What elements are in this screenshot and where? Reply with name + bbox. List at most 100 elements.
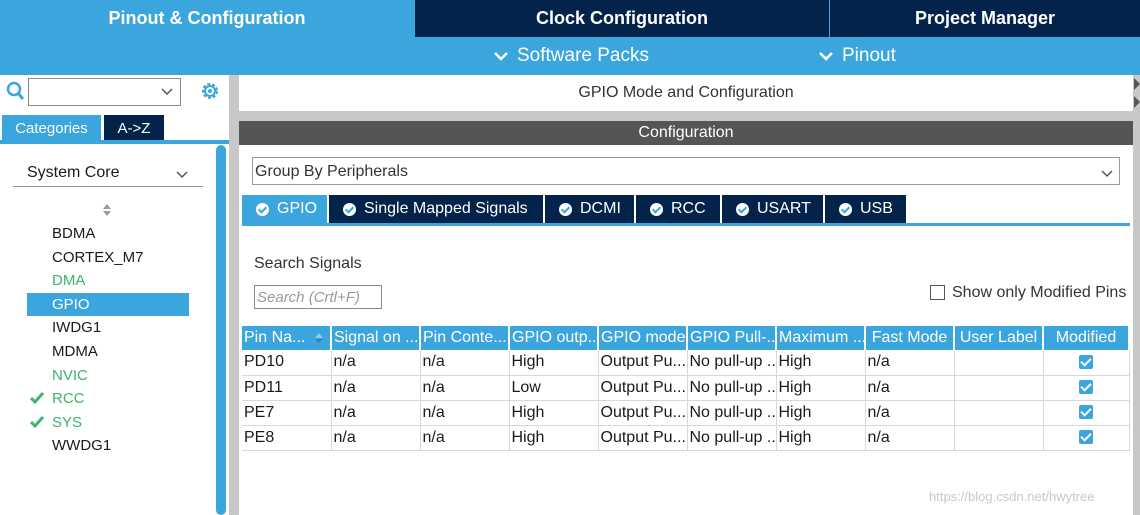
table-cell[interactable]: High	[776, 400, 866, 426]
sidebar-item-label: NVIC	[52, 366, 88, 384]
table-cell[interactable]: No pull-up ...	[687, 400, 777, 426]
column-header[interactable]: Signal on ...	[331, 326, 421, 350]
table-cell[interactable]	[954, 425, 1044, 451]
search-icon[interactable]	[6, 81, 26, 103]
tab-dcmi[interactable]: DCMI	[545, 195, 634, 223]
table-cell[interactable]: High	[509, 350, 599, 376]
sidebar-item-gpio[interactable]: GPIO	[27, 292, 189, 316]
search-signals-input[interactable]	[254, 285, 382, 309]
modified-checkbox[interactable]	[1079, 355, 1093, 370]
column-header[interactable]: Pin Conte...	[420, 326, 510, 350]
tab-project-manager[interactable]: Project Manager	[829, 0, 1140, 37]
table-cell[interactable]: PD11	[242, 375, 332, 401]
sidebar-item-sys[interactable]: SYS	[27, 411, 189, 434]
table-cell[interactable]: PE8	[242, 425, 332, 451]
table-cell[interactable]: No pull-up ...	[687, 375, 777, 401]
sidebar-item-wwdg1[interactable]: WWDG1	[27, 434, 189, 457]
table-cell[interactable]: High	[776, 375, 866, 401]
tab-categories[interactable]: Categories	[2, 115, 101, 141]
table-cell[interactable]: n/a	[865, 375, 955, 401]
table-row[interactable]: PD11 n/a n/a Low Output Pu... No pull-up ... H…	[242, 375, 1130, 401]
table-cell[interactable]: Low	[509, 375, 599, 401]
sort-icon[interactable]	[102, 203, 112, 221]
table-cell[interactable]	[954, 400, 1044, 426]
group-by-select[interactable]: Group By Peripherals	[252, 157, 1120, 185]
software-packs-menu[interactable]: Software Packs	[493, 37, 649, 75]
sidebar-item-iwdg1[interactable]: IWDG1	[27, 316, 189, 339]
table-row[interactable]: PE7 n/a n/a High Output Pu... No pull-up ... H…	[242, 400, 1130, 426]
column-header[interactable]: Modified	[1043, 326, 1130, 350]
table-cell[interactable]: n/a	[331, 400, 421, 426]
show-modified-label: Show only Modified Pins	[952, 284, 1127, 301]
table-cell[interactable]: n/a	[331, 350, 421, 376]
table-cell[interactable]: No pull-up ...	[687, 425, 777, 451]
column-header[interactable]: GPIO outp...	[509, 326, 599, 350]
tab-gpio[interactable]: GPIO	[242, 195, 327, 223]
table-row[interactable]: PD10 n/a n/a High Output Pu... No pull-up ...…	[242, 350, 1130, 376]
sidebar-item-cortex_m7[interactable]: CORTEX_M7	[27, 246, 189, 269]
peripheral-search-combo[interactable]	[28, 78, 181, 106]
expand-right-icon[interactable]	[1134, 96, 1140, 108]
column-header[interactable]: GPIO mode	[598, 326, 688, 350]
column-header[interactable]: Maximum ...	[776, 326, 866, 350]
expand-right-icon[interactable]	[1134, 78, 1140, 90]
tab-pinout-configuration[interactable]: Pinout & Configuration	[0, 0, 414, 37]
tab-single-mapped-signals[interactable]: Single Mapped Signals	[329, 195, 543, 223]
modified-checkbox[interactable]	[1079, 430, 1093, 445]
sidebar-item-nvic[interactable]: NVIC	[27, 364, 189, 387]
modified-checkbox[interactable]	[1079, 380, 1093, 395]
table-cell[interactable]: Output Pu...	[598, 350, 688, 376]
table-cell[interactable]	[1043, 425, 1130, 451]
table-cell[interactable]	[954, 350, 1044, 376]
table-row[interactable]: PE8 n/a n/a High Output Pu... No pull-up ... H…	[242, 425, 1130, 451]
modified-checkbox[interactable]	[1079, 405, 1093, 420]
table-cell[interactable]: n/a	[865, 350, 955, 376]
sidebar-item-mdma[interactable]: MDMA	[27, 340, 189, 363]
table-cell[interactable]: PD10	[242, 350, 332, 376]
table-cell[interactable]: n/a	[865, 425, 955, 451]
table-cell[interactable]	[1043, 400, 1130, 426]
table-cell[interactable]: n/a	[865, 400, 955, 426]
table-cell[interactable]: n/a	[420, 350, 510, 376]
table-cell[interactable]	[954, 375, 1044, 401]
column-header-label: GPIO mode	[601, 329, 686, 346]
show-modified-checkbox[interactable]	[930, 285, 945, 300]
column-header[interactable]: Pin Na...	[242, 326, 332, 350]
sidebar-item-dma[interactable]: DMA	[27, 269, 189, 292]
table-cell[interactable]	[1043, 375, 1130, 401]
table-cell[interactable]: n/a	[331, 375, 421, 401]
column-header[interactable]: User Label	[954, 326, 1044, 350]
pinout-menu[interactable]: Pinout	[818, 37, 896, 75]
sidebar-item-bdma[interactable]: BDMA	[27, 222, 189, 245]
table-cell[interactable]: PE7	[242, 400, 332, 426]
column-header[interactable]: Fast Mode	[865, 326, 955, 350]
tab-usb[interactable]: USB	[825, 195, 906, 223]
tab-a-to-z[interactable]: A->Z	[104, 115, 164, 141]
table-cell[interactable]: High	[509, 400, 599, 426]
table-cell[interactable]: High	[776, 350, 866, 376]
table-cell[interactable]: n/a	[420, 425, 510, 451]
vertical-scrollbar[interactable]	[216, 145, 226, 515]
table-cell[interactable]: High	[509, 425, 599, 451]
column-header-label: Pin Na...	[244, 329, 306, 346]
column-header[interactable]: GPIO Pull-...	[687, 326, 777, 350]
tab-rcc[interactable]: RCC	[636, 195, 720, 223]
system-core-dropdown[interactable]: System Core	[13, 159, 203, 187]
tab-clock-configuration[interactable]: Clock Configuration	[414, 0, 829, 37]
tab-usart[interactable]: USART	[722, 195, 823, 223]
table-cell[interactable]: No pull-up ...	[687, 350, 777, 376]
sidebar-item-rcc[interactable]: RCC	[27, 387, 189, 410]
table-cell[interactable]: n/a	[331, 425, 421, 451]
panel-divider[interactable]	[229, 75, 239, 515]
table-cell[interactable]: n/a	[420, 375, 510, 401]
gear-icon[interactable]	[199, 80, 221, 102]
table-cell[interactable]: High	[776, 425, 866, 451]
sidebar-item-label: WWDG1	[52, 437, 112, 455]
tab-label: DCMI	[580, 200, 621, 217]
table-cell[interactable]: Output Pu...	[598, 400, 688, 426]
sidebar-item-label: DMA	[52, 272, 86, 290]
table-cell[interactable]: n/a	[420, 400, 510, 426]
table-cell[interactable]: Output Pu...	[598, 375, 688, 401]
table-cell[interactable]: Output Pu...	[598, 425, 688, 451]
table-cell[interactable]	[1043, 350, 1130, 376]
